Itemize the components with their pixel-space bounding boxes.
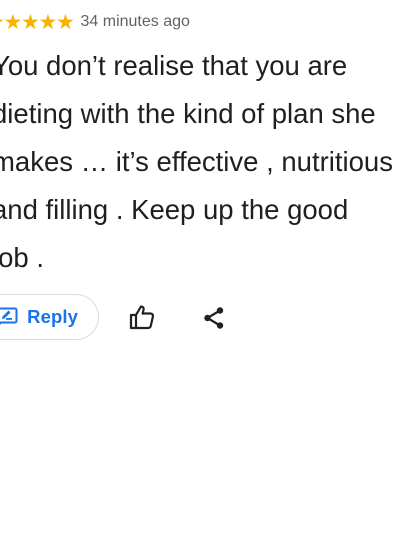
- reply-button[interactable]: Reply: [0, 294, 99, 340]
- reply-icon: [0, 307, 18, 327]
- star-icon: ★: [21, 9, 40, 34]
- review-actions: Reply: [0, 294, 224, 340]
- share-icon[interactable]: [202, 306, 226, 330]
- review-text-line: job .: [0, 242, 44, 273]
- star-icon: ★: [56, 9, 75, 34]
- thumbs-up-icon[interactable]: [128, 304, 156, 330]
- review-timestamp: 34 minutes ago: [80, 13, 190, 30]
- review-text: You don’t realise that you are dieting w…: [0, 42, 420, 282]
- star-icon: ★: [3, 9, 23, 34]
- star-rating: ★ ★ ★ ★ ★: [0, 9, 75, 34]
- review-meta: ★ ★ ★ ★ ★ 34 minutes ago: [0, 9, 190, 35]
- review-text-line: You don’t realise that you are: [0, 50, 348, 81]
- reply-label: Reply: [27, 306, 78, 327]
- review-text-line: makes … it’s effective , nutritious: [0, 146, 393, 177]
- review-card: ★ ★ ★ ★ ★ 34 minutes ago You don’t reali…: [0, 0, 420, 560]
- review-text-line: dieting with the kind of plan she: [0, 98, 376, 129]
- star-icon: ★: [38, 9, 58, 34]
- review-text-line: and filling . Keep up the good: [0, 194, 349, 225]
